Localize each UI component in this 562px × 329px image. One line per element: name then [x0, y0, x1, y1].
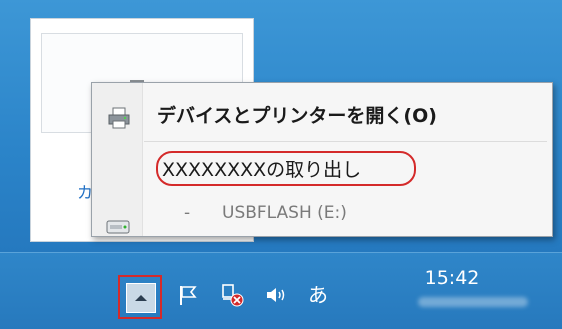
show-hidden-icons-button[interactable]: [118, 275, 162, 319]
clock-date-blurred: [418, 297, 528, 307]
menu-separator: [144, 141, 547, 142]
network-error-icon[interactable]: [220, 283, 244, 307]
menu-item-eject-device[interactable]: XXXXXXXXの取り出し: [92, 147, 552, 234]
show-hidden-icons-icon: [126, 283, 156, 313]
menu-item-label: XXXXXXXXの取り出し: [162, 159, 362, 181]
context-menu: デバイスとプリンターを開く(O) XXXXXXXXの取り出し - USBFLAS…: [91, 82, 553, 237]
printer-icon: [108, 107, 130, 129]
volume-icon[interactable]: [264, 283, 288, 307]
ime-icon[interactable]: あ: [306, 283, 330, 307]
menu-item-label: USBFLASH (E:): [222, 203, 347, 223]
taskbar: あ 15:42: [0, 252, 562, 329]
menu-item-usb-volume[interactable]: - USBFLASH (E:): [92, 195, 552, 235]
menu-item-open-devices-printers[interactable]: デバイスとプリンターを開く(O): [92, 93, 552, 133]
action-center-flag-icon[interactable]: [176, 283, 200, 307]
menu-item-label: デバイスとプリンターを開く(O): [157, 105, 437, 127]
menu-item-dash: -: [184, 203, 191, 223]
clock-time[interactable]: 15:42: [412, 267, 492, 289]
